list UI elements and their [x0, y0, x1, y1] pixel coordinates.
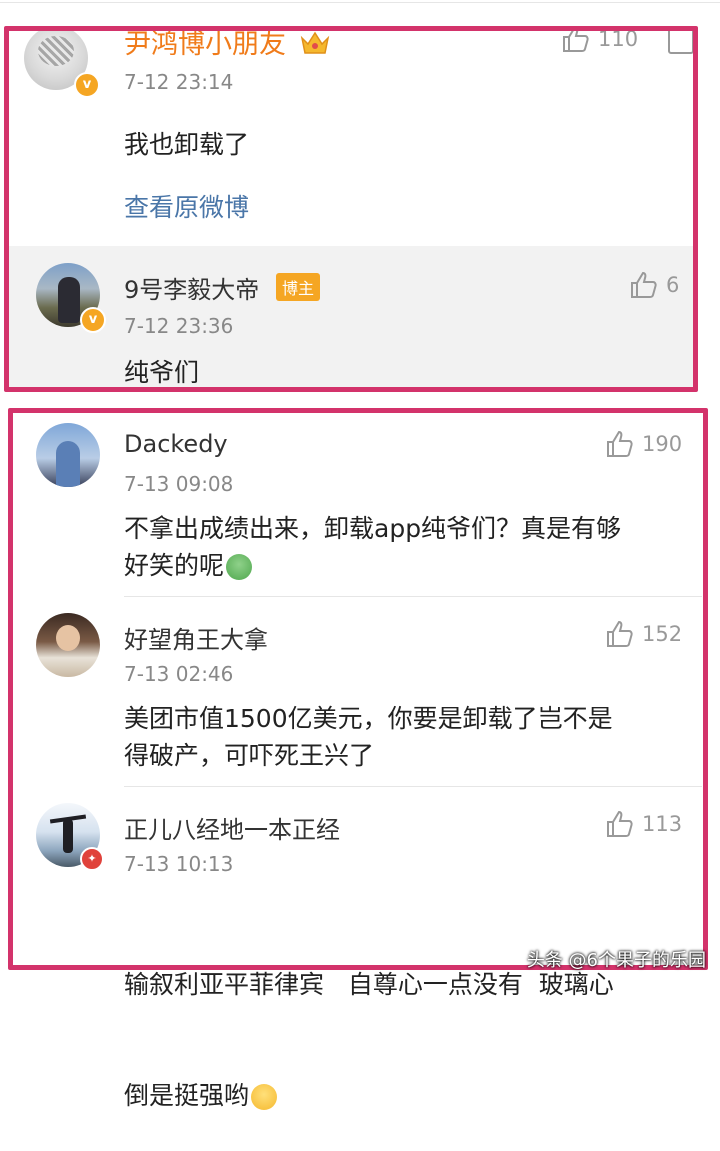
highlight-frame	[4, 26, 698, 392]
watermark: 头条 @6个果子的乐园	[526, 950, 706, 971]
highlight-frame	[8, 408, 708, 970]
comment-text-line: 倒是挺强哟	[124, 1081, 250, 1110]
tears-of-joy-emoji-icon	[251, 1084, 278, 1110]
top-divider	[0, 2, 720, 3]
comment-text-line2: 倒是挺强哟	[124, 1077, 694, 1114]
